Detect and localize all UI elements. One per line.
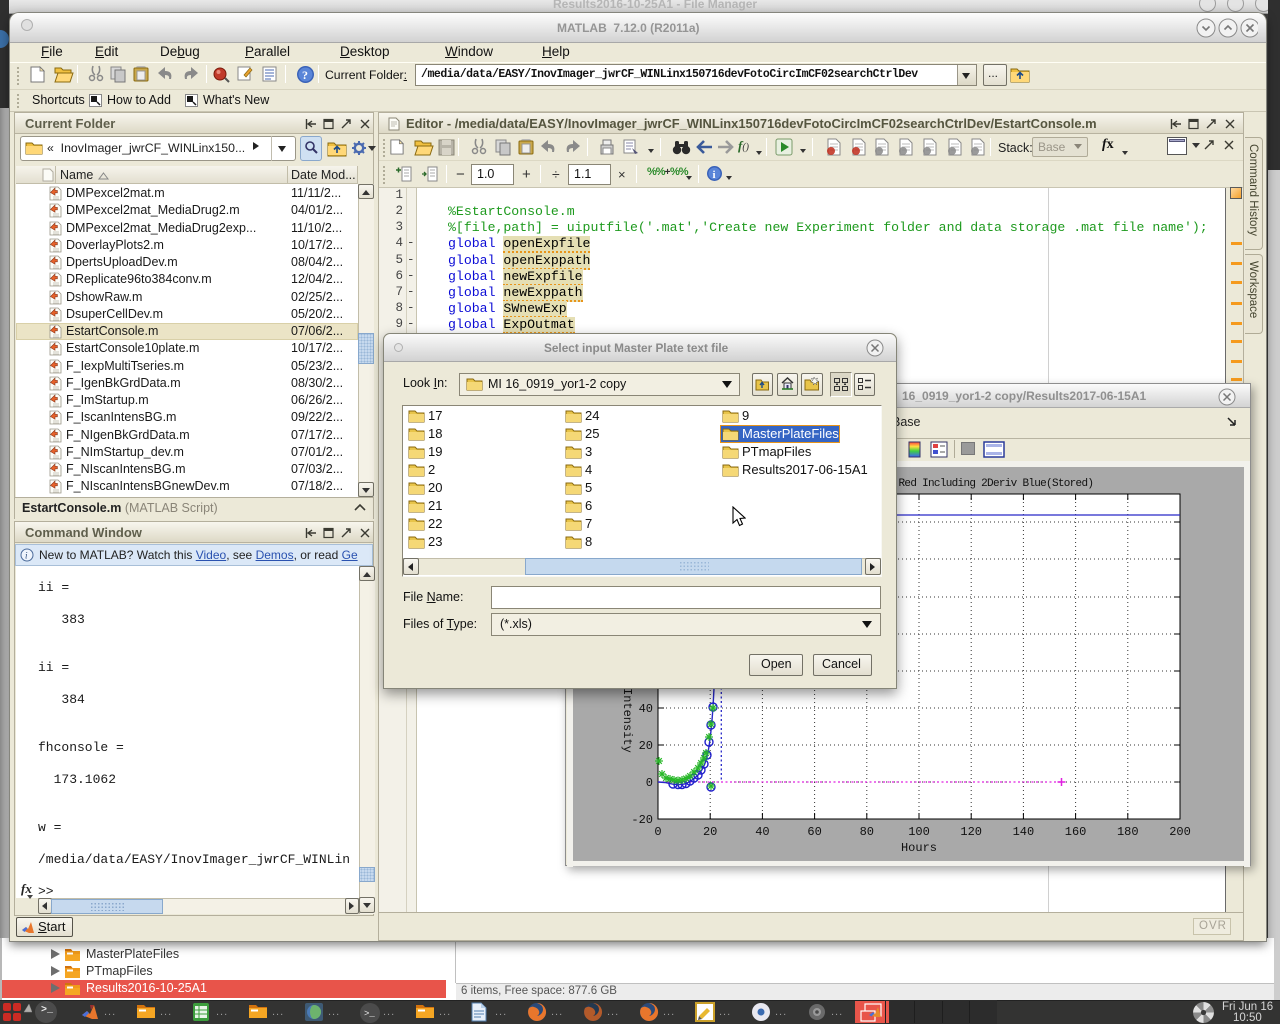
svg-text:140: 140 — [1013, 825, 1035, 839]
svg-text:200: 200 — [1169, 825, 1191, 839]
svg-text:180: 180 — [1117, 825, 1139, 839]
svg-text:?: ? — [302, 68, 308, 82]
svg-text:40: 40 — [639, 702, 653, 716]
svg-text:120: 120 — [960, 825, 982, 839]
svg-text:40: 40 — [755, 825, 769, 839]
svg-text:60: 60 — [807, 825, 821, 839]
svg-text:i: i — [713, 169, 716, 181]
svg-text:160: 160 — [1065, 825, 1087, 839]
svg-text:>_: >_ — [364, 1009, 375, 1019]
svg-text:80: 80 — [860, 825, 874, 839]
svg-text:0: 0 — [654, 825, 661, 839]
svg-text:20: 20 — [639, 739, 653, 753]
svg-text:0: 0 — [646, 776, 653, 790]
svg-text:Hours: Hours — [901, 841, 937, 855]
svg-text:-20: -20 — [631, 813, 653, 827]
svg-text:100: 100 — [908, 825, 930, 839]
svg-text:Intensity: Intensity — [620, 688, 634, 753]
svg-text:20: 20 — [703, 825, 717, 839]
